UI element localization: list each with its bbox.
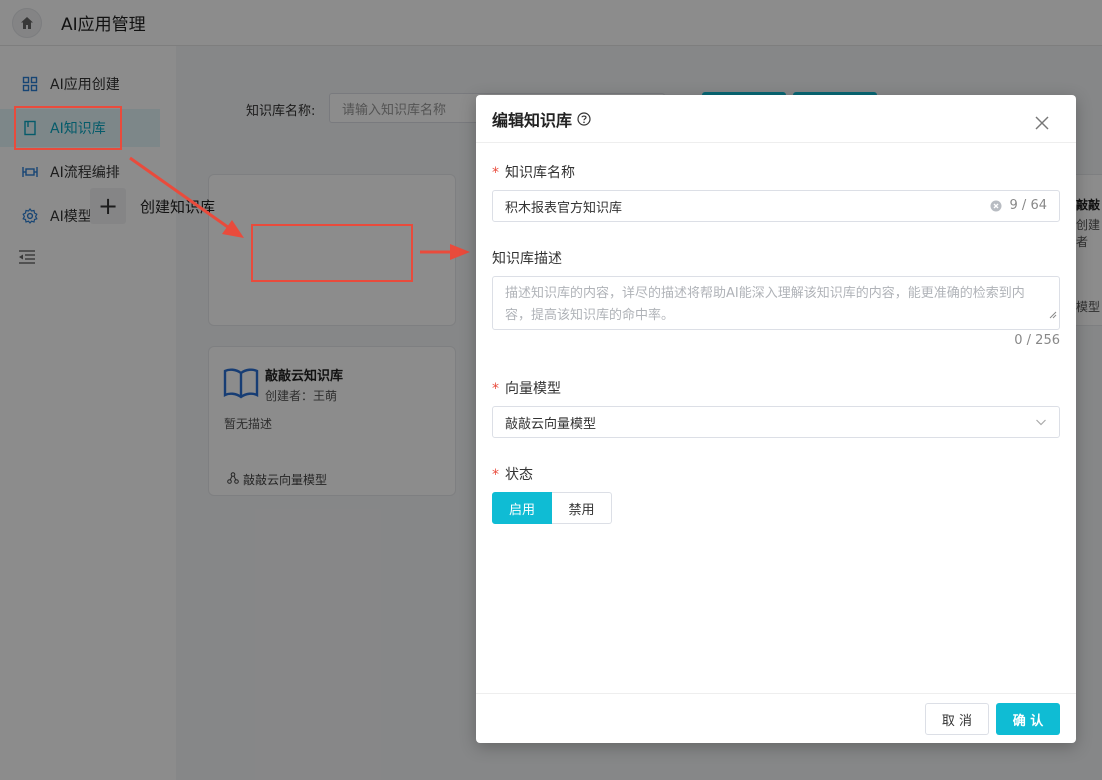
- close-icon[interactable]: [1034, 115, 1050, 131]
- name-input-value: 积木报表官方知识库: [505, 200, 623, 216]
- help-icon[interactable]: [577, 111, 591, 126]
- status-disable-button[interactable]: 禁用: [552, 492, 612, 524]
- confirm-button[interactable]: 确 认: [996, 703, 1060, 735]
- model-select[interactable]: 敲敲云向量模型: [492, 406, 1060, 438]
- desc-field-label: 知识库描述: [492, 251, 562, 267]
- status-toggle: 启用 禁用: [492, 492, 612, 524]
- annotation-box-create: [251, 224, 413, 282]
- status-field-label: * 状态: [492, 467, 533, 483]
- chevron-down-icon: [1035, 416, 1047, 432]
- name-char-count: 9 / 64: [1009, 198, 1047, 213]
- annotation-box-sidebar: [14, 106, 122, 150]
- dialog-header: 编辑知识库: [476, 95, 1076, 143]
- desc-placeholder: 描述知识库的内容，详尽的描述将帮助AI能深入理解该知识库的内容，能更准确的检索到…: [505, 286, 1025, 323]
- dialog-footer: 取 消 确 认: [476, 693, 1076, 743]
- clear-input-icon[interactable]: [990, 200, 1002, 212]
- status-enable-button[interactable]: 启用: [492, 492, 552, 524]
- dialog-title: 编辑知识库: [492, 110, 573, 130]
- desc-char-count: 0 / 256: [1014, 333, 1060, 348]
- name-input[interactable]: 积木报表官方知识库 9 / 64: [492, 190, 1060, 222]
- name-field-label: * 知识库名称: [492, 165, 575, 181]
- model-field-label: * 向量模型: [492, 381, 561, 397]
- edit-knowledge-dialog: 编辑知识库 * 知识库名称 积木报表官方知识库 9 / 64 知识库描述 描述知识…: [476, 95, 1076, 743]
- model-select-value: 敲敲云向量模型: [505, 416, 597, 432]
- resize-handle-icon[interactable]: [1049, 305, 1057, 327]
- name-input-counter: 9 / 64: [990, 198, 1047, 213]
- desc-textarea[interactable]: 描述知识库的内容，详尽的描述将帮助AI能深入理解该知识库的内容，能更准确的检索到…: [492, 276, 1060, 330]
- cancel-button[interactable]: 取 消: [925, 703, 989, 735]
